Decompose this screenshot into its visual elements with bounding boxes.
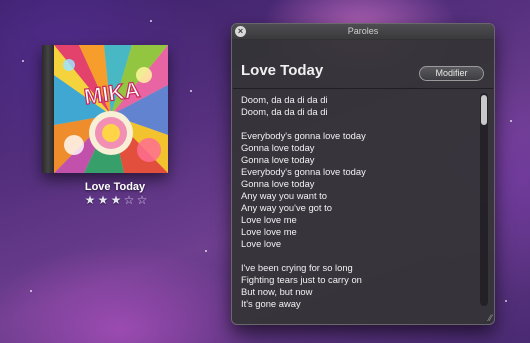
star-empty-icon[interactable]: ☆ [136, 193, 148, 207]
lyric-line: Love love [241, 238, 282, 249]
rating-stars[interactable]: ★ ★ ★ ☆ ☆ [84, 193, 148, 207]
modify-button[interactable]: Modifier [419, 66, 484, 81]
star-empty-icon[interactable]: ☆ [123, 193, 135, 207]
lyric-line: But now, but now [241, 286, 313, 297]
album-song-title: Love Today [84, 181, 146, 193]
star-filled-icon[interactable]: ★ [84, 193, 96, 207]
lyric-line: I've been crying for so long [241, 262, 353, 273]
lyrics-song-title: Love Today [241, 62, 324, 79]
lyric-line: Any way you've got to [241, 202, 332, 213]
lyric-line: Gonna love today [241, 142, 315, 153]
lyrics-text: Doom, da da di da di Doom, da da di da di… [241, 94, 475, 310]
lyric-line [241, 250, 475, 262]
lyric-line: Everybody's gonna love today [241, 166, 366, 177]
lyrics-scrollbar[interactable] [480, 93, 488, 306]
lyric-line: Love love me [241, 226, 297, 237]
lyrics-scroll-area[interactable]: Doom, da da di da di Doom, da da di da di… [233, 88, 493, 310]
panel-title: Paroles [347, 26, 379, 36]
lyric-line: Gonna love today [241, 178, 315, 189]
lyric-line [241, 118, 475, 130]
lyric-line: Fighting tears just to carry on [241, 274, 362, 285]
resize-grip-icon[interactable]: ⁄⁄ [482, 313, 492, 323]
album-cover[interactable]: MIKA [42, 45, 168, 173]
lyrics-panel: × Paroles Love Today Modifier Doom, da d… [231, 23, 495, 325]
lyric-line: Doom, da da di da di [241, 94, 328, 105]
lyric-line: Gonna love today [241, 154, 315, 165]
star-filled-icon[interactable]: ★ [97, 193, 109, 207]
star-filled-icon[interactable]: ★ [110, 193, 122, 207]
scrollbar-thumb[interactable] [481, 95, 487, 125]
lyric-line: Love love me [241, 214, 297, 225]
lyric-line: Any way you want to [241, 190, 327, 201]
panel-titlebar[interactable]: × Paroles [232, 24, 494, 40]
lyric-line: It's gone away [241, 298, 301, 309]
album-artwork: MIKA [54, 45, 168, 173]
lyric-line: Everybody's gonna love today [241, 130, 366, 141]
album-spine [42, 45, 54, 173]
lyric-line: Doom, da da di da di [241, 106, 328, 117]
